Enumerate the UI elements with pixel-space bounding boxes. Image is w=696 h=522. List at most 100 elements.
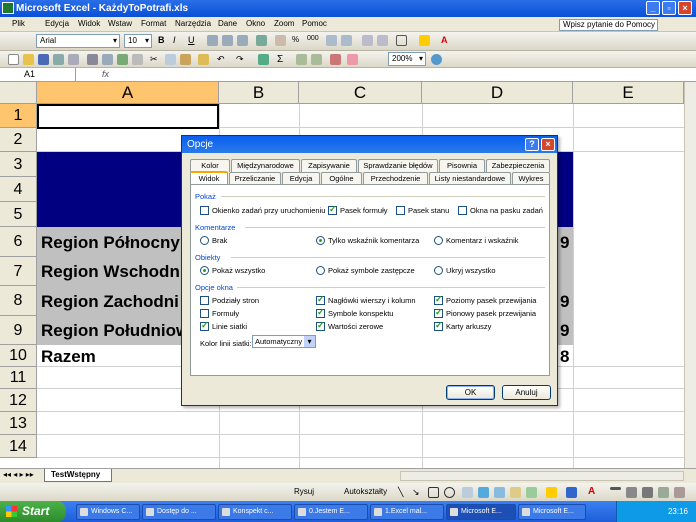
cell-a8[interactable]: Region Zachodni — [41, 292, 179, 312]
print-icon[interactable] — [87, 54, 98, 65]
opt-status-bar[interactable]: Pasek stanu — [396, 206, 449, 215]
tab-zapisywanie[interactable]: Zapisywanie — [301, 159, 357, 172]
3d-icon[interactable] — [674, 487, 685, 498]
task-microsoft-excel-2[interactable]: Microsoft E... — [518, 504, 586, 520]
font-name-combo[interactable]: Arial — [36, 34, 120, 48]
vertical-scrollbar[interactable] — [684, 82, 696, 468]
help-icon[interactable] — [431, 54, 442, 65]
row-header-6[interactable]: 6 — [0, 227, 37, 257]
menu-dane[interactable]: Dane — [218, 19, 237, 28]
permission-icon[interactable] — [53, 54, 64, 65]
tab-pisownia[interactable]: Pisownia — [439, 159, 485, 172]
tab-widok[interactable]: Widok — [190, 171, 228, 185]
cell-a9[interactable]: Region Południowy — [41, 321, 199, 341]
cell-a6[interactable]: Region Północny — [41, 233, 180, 253]
select-all-corner[interactable] — [0, 82, 37, 104]
thousands-icon[interactable]: 000 — [307, 35, 319, 46]
new-icon[interactable] — [8, 54, 19, 65]
opt-page-breaks[interactable]: Podziały stron — [200, 296, 259, 305]
format-painter-icon[interactable] — [198, 54, 209, 65]
clipart-icon[interactable] — [510, 487, 521, 498]
opt-formulas[interactable]: Formuły — [200, 309, 239, 318]
cell-d8[interactable]: 9 — [560, 292, 569, 312]
tab-zabezpieczenia[interactable]: Zabezpieczenia — [486, 159, 550, 172]
line-color-icon[interactable] — [566, 487, 577, 498]
zoom-combo[interactable]: 200% — [388, 52, 426, 66]
help-search-input[interactable]: Wpisz pytanie do Pomocy — [559, 19, 658, 31]
column-header-e[interactable]: E — [573, 82, 684, 104]
opt-objects-all[interactable]: Pokaż wszystko — [200, 266, 265, 275]
copy-icon[interactable] — [165, 54, 176, 65]
font-color-icon[interactable]: A — [441, 35, 452, 46]
cut-icon[interactable]: ✂ — [150, 54, 161, 65]
email-icon[interactable] — [68, 54, 79, 65]
menu-narzedzia[interactable]: Narzędzia — [175, 19, 211, 28]
draw-menu[interactable]: Rysuj — [294, 487, 314, 496]
sort-desc-icon[interactable] — [311, 54, 322, 65]
task-excel-mal[interactable]: 1.Excel mal... — [370, 504, 444, 520]
opt-comments-none[interactable]: Brak — [200, 236, 227, 245]
arrow-icon[interactable]: ↘ — [412, 487, 423, 498]
row-header-12[interactable]: 12 — [0, 389, 37, 412]
arrow-style-icon[interactable] — [642, 487, 653, 498]
decrease-indent-icon[interactable] — [362, 35, 373, 46]
spelling-icon[interactable] — [117, 54, 128, 65]
row-header-9[interactable]: 9 — [0, 316, 37, 345]
column-header-a[interactable]: A — [37, 82, 219, 104]
tab-scroll-arrows-icon[interactable]: ◂◂ ◂ ▸ ▸▸ — [3, 470, 34, 479]
undo-icon[interactable]: ↶ — [217, 54, 228, 65]
print-preview-icon[interactable] — [102, 54, 113, 65]
row-header-2[interactable]: 2 — [0, 128, 37, 152]
line-style-icon[interactable] — [610, 487, 621, 490]
opt-gridlines[interactable]: Linie siatki — [200, 320, 247, 331]
cancel-button[interactable]: Anuluj — [502, 385, 551, 400]
ok-button[interactable]: OK — [446, 385, 495, 400]
opt-sheet-tabs[interactable]: Karty arkuszy — [434, 320, 491, 331]
opt-zero-values[interactable]: Wartości zerowe — [316, 320, 383, 331]
currency-icon[interactable] — [275, 35, 286, 46]
sheet-tab-testwstepny[interactable]: TestWstępny — [44, 469, 112, 482]
align-right-icon[interactable] — [237, 35, 248, 46]
minimize-button[interactable]: _ — [646, 1, 660, 15]
opt-windows-taskbar[interactable]: Okna na pasku zadań — [458, 206, 543, 215]
merge-center-icon[interactable] — [256, 35, 267, 46]
opt-vertical-scrollbar[interactable]: Pionowy pasek przewijania — [434, 307, 536, 318]
cell-a7[interactable]: Region Wschodni — [41, 262, 185, 282]
dash-style-icon[interactable] — [626, 487, 637, 498]
row-header-8[interactable]: 8 — [0, 286, 37, 316]
dialog-close-button[interactable]: × — [541, 138, 555, 151]
tab-sprawdzanie-bledow[interactable]: Sprawdzanie błędów — [358, 159, 438, 172]
shadow-icon[interactable] — [658, 487, 669, 498]
cell-d6[interactable]: 9 — [560, 233, 569, 253]
line-icon[interactable]: ╲ — [398, 487, 409, 498]
wordart-icon[interactable] — [478, 487, 489, 498]
sort-asc-icon[interactable] — [296, 54, 307, 65]
opt-comments-both[interactable]: Komentarz i wskaźnik — [434, 236, 519, 245]
cell-d10[interactable]: 8 — [560, 347, 569, 367]
gridline-color-select[interactable]: Automatyczny — [252, 335, 316, 348]
task-windows-c[interactable]: Windows C... — [76, 504, 140, 520]
opt-objects-placeholders[interactable]: Pokaż symbole zastępcze — [316, 266, 415, 275]
menu-edycja[interactable]: Edycja — [45, 19, 69, 28]
row-header-7[interactable]: 7 — [0, 257, 37, 286]
row-header-10[interactable]: 10 — [0, 345, 37, 367]
hyperlink-icon[interactable] — [258, 54, 269, 65]
task-konspekt[interactable]: Konspekt c... — [218, 504, 292, 520]
column-header-c[interactable]: C — [299, 82, 422, 104]
draw-font-color-icon[interactable]: A — [588, 486, 599, 497]
row-header-14[interactable]: 14 — [0, 435, 37, 458]
redo-icon[interactable]: ↷ — [236, 54, 247, 65]
rectangle-icon[interactable] — [428, 487, 439, 498]
task-jestem[interactable]: 0.Jestem E... — [294, 504, 368, 520]
picture-icon[interactable] — [526, 487, 537, 498]
align-left-icon[interactable] — [207, 35, 218, 46]
decrease-decimal-icon[interactable] — [341, 35, 352, 46]
menu-zoom[interactable]: Zoom — [274, 19, 294, 28]
menu-pomoc[interactable]: Pomoc — [302, 19, 327, 28]
row-header-3[interactable]: 3 — [0, 152, 37, 177]
start-button[interactable]: Start — [0, 501, 66, 522]
task-microsoft-excel-1[interactable]: Microsoft E... — [446, 504, 516, 520]
italic-icon[interactable]: I — [173, 35, 184, 46]
underline-icon[interactable]: U — [188, 35, 199, 46]
cell-d9[interactable]: 9 — [560, 321, 569, 341]
